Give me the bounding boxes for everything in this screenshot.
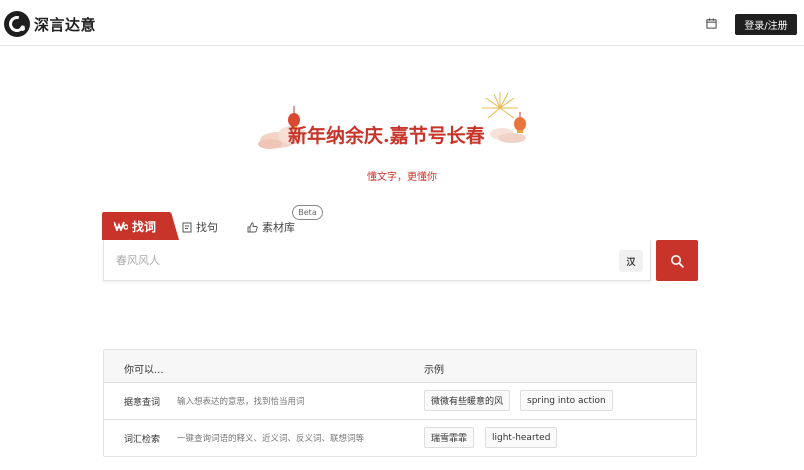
- bookmark-icon: [182, 222, 192, 232]
- top-header: 深言达意 登录/注册: [0, 0, 804, 46]
- tab-material-library-label: 素材库: [262, 221, 295, 234]
- search-icon: [671, 254, 684, 268]
- language-toggle-button[interactable]: 汉: [619, 250, 643, 272]
- column-header-examples: 示例: [424, 365, 444, 376]
- example-chip[interactable]: 瑞雪霏霏: [424, 427, 475, 448]
- tab-material-library[interactable]: 素材库: [247, 219, 295, 235]
- search-input[interactable]: [116, 240, 596, 280]
- column-header-you-can: 你可以...: [124, 365, 164, 376]
- search-button[interactable]: [656, 240, 698, 281]
- example-chip[interactable]: 微微有些暖意的风: [424, 390, 511, 411]
- table-row: 词汇检索 一键查询词语的释义、近义词、反义词、联想词等 瑞雪霏霏 light-h…: [104, 420, 696, 457]
- tab-find-sentence[interactable]: 找句: [182, 219, 218, 235]
- search-box: 汉: [103, 240, 651, 281]
- calendar-icon[interactable]: [706, 18, 717, 29]
- logo-icon[interactable]: [4, 11, 30, 37]
- beta-badge: Beta: [292, 205, 323, 220]
- tab-find-sentence-label: 找句: [196, 221, 218, 234]
- table-header: 你可以... 示例: [104, 350, 696, 383]
- thumbs-up-icon: [247, 222, 258, 232]
- slogan-text: 懂文字，更懂你: [367, 172, 437, 183]
- banner-title: 新年纳余庆.嘉节号长春: [288, 125, 485, 147]
- example-chip[interactable]: spring into action: [520, 390, 613, 411]
- feature-description: 一键查询词语的释义、近义词、反义词、联想词等: [177, 434, 365, 444]
- table-row: 据意查词 输入想表达的意思，找到恰当用词 微微有些暖意的风 spring int…: [104, 383, 696, 420]
- feature-name: 词汇检索: [124, 435, 161, 445]
- examples-table: 你可以... 示例 据意查词 输入想表达的意思，找到恰当用词 微微有些暖意的风 …: [103, 349, 697, 457]
- new-year-banner: 新年纳余庆.嘉节号长春: [258, 88, 530, 158]
- example-chip[interactable]: light-hearted: [485, 427, 558, 448]
- brand-name[interactable]: 深言达意: [34, 14, 96, 35]
- tab-find-word-label: 找词: [132, 219, 157, 234]
- tab-find-word[interactable]: 找词: [102, 212, 179, 240]
- wo-logo-icon: [114, 221, 128, 231]
- language-toggle-label: 汉: [626, 257, 636, 268]
- login-register-button[interactable]: 登录/注册: [735, 14, 797, 35]
- feature-name: 据意查词: [124, 398, 161, 408]
- feature-description: 输入想表达的意思，找到恰当用词: [177, 397, 305, 407]
